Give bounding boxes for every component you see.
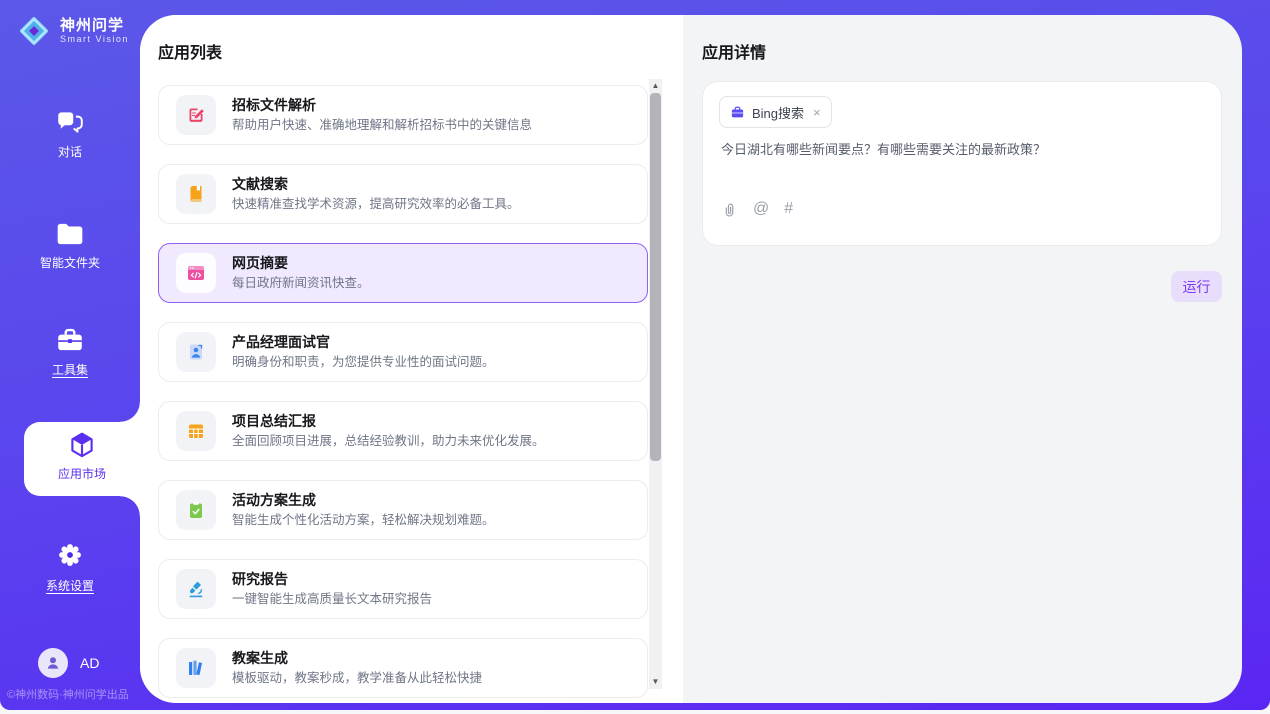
book-icon	[186, 184, 206, 204]
app-card-web-summary[interactable]: 网页摘要 每日政府新闻资讯快查。	[158, 243, 648, 303]
avatar	[38, 648, 68, 678]
app-card-title: 研究报告	[232, 571, 432, 588]
summary-grid-icon	[186, 421, 206, 441]
account-name: AD	[80, 655, 99, 671]
brand-name: 神州问学	[60, 17, 129, 34]
card-text: 文献搜索 快速精准查找学术资源，提高研究效率的必备工具。	[232, 176, 520, 212]
folder-icon	[55, 221, 85, 247]
clipboard-check-icon	[186, 500, 206, 520]
tool-tag-label: Bing搜索	[752, 103, 804, 122]
card-text: 研究报告 一键智能生成高质量长文本研究报告	[232, 571, 432, 607]
prompt-input[interactable]: 今日湖北有哪些新闻要点？有哪些需要关注的最新政策？	[721, 140, 1207, 159]
app-detail-title: 应用详情	[702, 39, 766, 63]
sidebar-item-settings[interactable]: 系统设置	[0, 540, 140, 594]
at-icon[interactable]: @	[753, 200, 769, 218]
run-button[interactable]: 运行	[1171, 271, 1222, 302]
books-icon	[186, 658, 206, 678]
app-frame: 神州问学 Smart Vision 对话 智能文件夹 工具	[0, 0, 1270, 710]
close-icon[interactable]: ×	[813, 105, 821, 120]
scrollbar[interactable]: ▲ ▼	[649, 79, 662, 689]
icon-tile	[176, 95, 216, 135]
app-card-lesson-plan[interactable]: 教案生成 模板驱动，教案秒成，教学准备从此轻松快捷	[158, 638, 648, 698]
app-card-description: 全面回顾项目进展，总结经验教训，助力未来优化发展。	[232, 434, 545, 449]
app-card-description: 智能生成个性化活动方案，轻松解决规划难题。	[232, 513, 495, 528]
scroll-down-icon[interactable]: ▼	[649, 675, 662, 689]
app-card-title: 项目总结汇报	[232, 413, 545, 430]
hash-icon[interactable]: #	[784, 200, 793, 218]
app-card-description: 模板驱动，教案秒成，教学准备从此轻松快捷	[232, 671, 482, 686]
app-card-title: 教案生成	[232, 650, 482, 667]
app-card-title: 文献搜索	[232, 176, 520, 193]
app-card-title: 活动方案生成	[232, 492, 495, 509]
app-card-literature-search[interactable]: 文献搜索 快速精准查找学术资源，提高研究效率的必备工具。	[158, 164, 648, 224]
content-area: 应用列表 招标文件解析 帮助用户快速、准确地理解和解析招标书中的关键信息	[140, 15, 1242, 703]
window-bottom-edge	[0, 710, 1270, 714]
card-text: 网页摘要 每日政府新闻资讯快查。	[232, 255, 370, 291]
app-card-project-summary[interactable]: 项目总结汇报 全面回顾项目进展，总结经验教训，助力未来优化发展。	[158, 401, 648, 461]
sidebar-item-label: 系统设置	[0, 577, 140, 594]
account[interactable]: AD	[38, 648, 99, 678]
tool-tag-bing-search[interactable]: Bing搜索 ×	[719, 96, 832, 128]
toolbox-icon	[55, 326, 85, 354]
app-card-description: 每日政府新闻资讯快查。	[232, 276, 370, 291]
sidebar-item-label: 应用市场	[24, 465, 140, 482]
sidebar-item-app-market[interactable]: 应用市场	[24, 422, 140, 496]
microscope-icon	[186, 579, 206, 599]
app-card-description: 一键智能生成高质量长文本研究报告	[232, 592, 432, 607]
copyright-text: ©神州数码·神州问学出品	[7, 686, 129, 702]
card-text: 产品经理面试官 明确身份和职责，为您提供专业性的面试问题。	[232, 334, 495, 370]
icon-tile	[176, 411, 216, 451]
prompt-card: Bing搜索 × 今日湖北有哪些新闻要点？有哪些需要关注的最新政策？ @ #	[702, 81, 1222, 246]
interviewer-icon	[186, 342, 206, 362]
app-list-panel: 应用列表 招标文件解析 帮助用户快速、准确地理解和解析招标书中的关键信息	[140, 15, 683, 703]
card-text: 教案生成 模板驱动，教案秒成，教学准备从此轻松快捷	[232, 650, 482, 686]
icon-tile	[176, 332, 216, 372]
app-detail-panel: 应用详情 Bing搜索 × 今日湖北有哪些新闻要点？有哪些需要关注的最新政策？	[683, 15, 1242, 703]
brand-subtitle: Smart Vision	[60, 34, 129, 45]
app-card-title: 产品经理面试官	[232, 334, 495, 351]
app-card-description: 明确身份和职责，为您提供专业性的面试问题。	[232, 355, 495, 370]
paperclip-icon[interactable]	[721, 201, 738, 218]
webpage-code-icon	[186, 263, 206, 283]
sidebar-item-toolkit[interactable]: 工具集	[0, 326, 140, 378]
sidebar-item-label: 智能文件夹	[0, 254, 140, 271]
sidebar-item-label: 工具集	[0, 361, 140, 378]
sidebar-item-smart-folder[interactable]: 智能文件夹	[0, 221, 140, 271]
diamond-logo-icon	[16, 13, 52, 49]
app-card-title: 网页摘要	[232, 255, 370, 272]
app-card-event-plan[interactable]: 活动方案生成 智能生成个性化活动方案，轻松解决规划难题。	[158, 480, 648, 540]
app-card-title: 招标文件解析	[232, 97, 532, 114]
app-list-title: 应用列表	[158, 39, 222, 63]
icon-tile	[176, 174, 216, 214]
user-avatar-icon	[44, 654, 62, 672]
icon-tile	[176, 490, 216, 530]
card-text: 活动方案生成 智能生成个性化活动方案，轻松解决规划难题。	[232, 492, 495, 528]
card-text: 项目总结汇报 全面回顾项目进展，总结经验教训，助力未来优化发展。	[232, 413, 545, 449]
input-toolbar: @ #	[721, 200, 793, 218]
app-card-description: 快速精准查找学术资源，提高研究效率的必备工具。	[232, 197, 520, 212]
sidebar: 神州问学 Smart Vision 对话 智能文件夹 工具	[0, 0, 140, 710]
briefcase-icon	[730, 105, 745, 120]
app-card-pm-interviewer[interactable]: 产品经理面试官 明确身份和职责，为您提供专业性的面试问题。	[158, 322, 648, 382]
brand-logo: 神州问学 Smart Vision	[16, 13, 129, 49]
icon-tile	[176, 253, 216, 293]
sidebar-item-label: 对话	[0, 143, 140, 160]
brand-text: 神州问学 Smart Vision	[60, 17, 129, 45]
app-card-research-report[interactable]: 研究报告 一键智能生成高质量长文本研究报告	[158, 559, 648, 619]
edit-document-icon	[186, 105, 206, 125]
gear-icon	[55, 540, 85, 570]
chat-icon	[55, 108, 85, 136]
sidebar-item-chat[interactable]: 对话	[0, 108, 140, 160]
icon-tile	[176, 648, 216, 688]
app-cards: 招标文件解析 帮助用户快速、准确地理解和解析招标书中的关键信息 文献搜索	[158, 85, 648, 703]
icon-tile	[176, 569, 216, 609]
scroll-up-icon[interactable]: ▲	[649, 79, 662, 93]
app-card-bid-parse[interactable]: 招标文件解析 帮助用户快速、准确地理解和解析招标书中的关键信息	[158, 85, 648, 145]
scrollbar-thumb[interactable]	[650, 93, 661, 461]
cube-icon	[67, 430, 97, 462]
app-card-description: 帮助用户快速、准确地理解和解析招标书中的关键信息	[232, 118, 532, 133]
card-text: 招标文件解析 帮助用户快速、准确地理解和解析招标书中的关键信息	[232, 97, 532, 133]
